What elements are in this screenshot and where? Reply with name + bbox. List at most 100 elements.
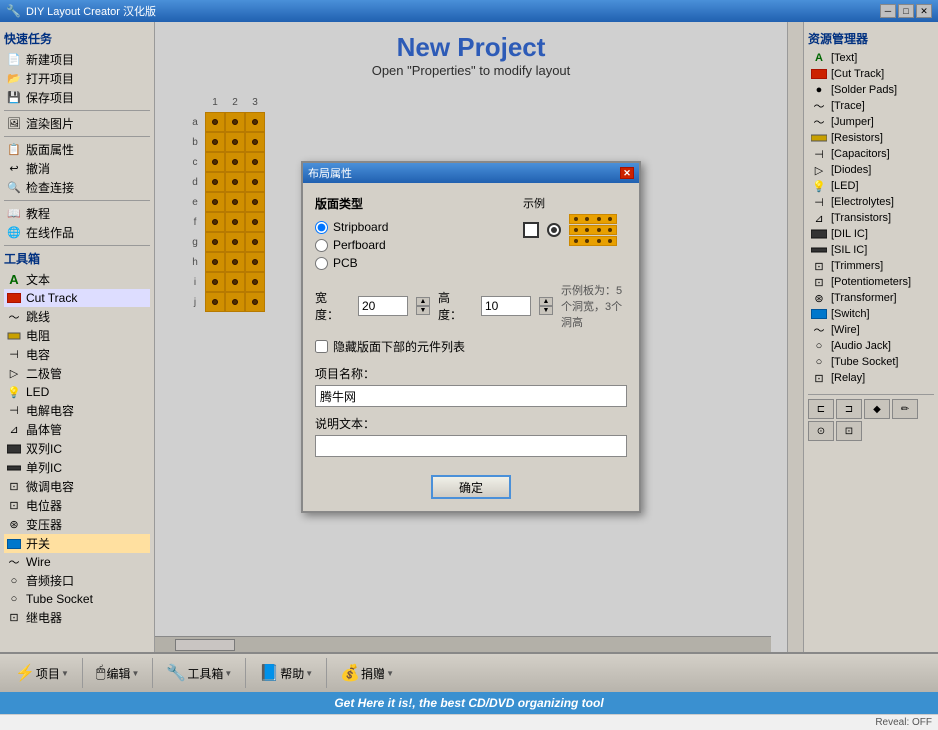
preview-hole-3 — [574, 239, 578, 243]
toolbar-help[interactable]: 📘 帮助 ▼ — [254, 660, 318, 687]
tool-diode[interactable]: ▷ 二极管 — [4, 364, 150, 383]
tool-transformer[interactable]: ⊛ 变压器 — [4, 515, 150, 534]
res-tube-socket[interactable]: ○ [Tube Socket] — [808, 354, 934, 370]
width-up-button[interactable]: ▲ — [416, 297, 430, 306]
res-solder-pads[interactable]: ● [Solder Pads] — [808, 82, 934, 98]
radio-stripboard-input[interactable] — [315, 221, 328, 234]
tool-led[interactable]: 💡 LED — [4, 383, 150, 401]
icon-btn-6[interactable]: ⊡ — [836, 421, 862, 441]
preview-area: 示例 — [523, 195, 617, 246]
res-trace[interactable]: 〜 [Trace] — [808, 98, 934, 114]
height-down-button[interactable]: ▼ — [539, 306, 553, 315]
res-dil-ic[interactable]: [DIL IC] — [808, 226, 934, 242]
radio-pcb-input[interactable] — [315, 257, 328, 270]
tool-dil-ic[interactable]: 双列IC — [4, 439, 150, 458]
close-button[interactable]: ✕ — [916, 4, 932, 18]
titlebar: 🔧 DIY Layout Creator 汉化版 ─ □ ✕ — [0, 0, 938, 22]
tool-tube-socket[interactable]: ○ Tube Socket — [4, 590, 150, 608]
height-input[interactable]: 10 — [481, 296, 531, 316]
toolbar-edit[interactable]: 🖱 编辑 ▼ — [91, 661, 145, 686]
resource-manager-title: 资源管理器 — [808, 30, 934, 47]
res-audio-jack[interactable]: ○ [Audio Jack] — [808, 338, 934, 354]
width-down-button[interactable]: ▼ — [416, 306, 430, 315]
toolbar-donate[interactable]: 💰 捐赠 ▼ — [335, 660, 399, 687]
tool-wire[interactable]: 〜 Wire — [4, 553, 150, 571]
tool-trimmer[interactable]: ⊡ 微调电容 — [4, 477, 150, 496]
reveal-bar: Reveal: OFF — [0, 714, 938, 730]
res-led[interactable]: 💡 [LED] — [808, 178, 934, 194]
preview-hole-3 — [597, 239, 601, 243]
toolbox-icon: 🔧 — [166, 663, 186, 683]
transformer-label: 变压器 — [26, 516, 62, 533]
sidebar-item-properties[interactable]: 📋 版面属性 — [4, 140, 150, 159]
tool-audio-jack[interactable]: ○ 音频接口 — [4, 571, 150, 590]
height-up-button[interactable]: ▲ — [539, 297, 553, 306]
sidebar-item-tutorial[interactable]: 📖 教程 — [4, 204, 150, 223]
res-wire[interactable]: 〜 [Wire] — [808, 322, 934, 338]
sidebar-item-save[interactable]: 💾 保存项目 — [4, 88, 150, 107]
icon-btn-5[interactable]: ⊙ — [808, 421, 834, 441]
description-input[interactable] — [315, 435, 627, 457]
res-cut-track[interactable]: [Cut Track] — [808, 66, 934, 82]
icon-btn-3[interactable]: ◆ — [864, 399, 890, 419]
transistor-label: 晶体管 — [26, 421, 62, 438]
res-potentiometers[interactable]: ⊡ [Potentiometers] — [808, 274, 934, 290]
width-input[interactable]: 20 — [358, 296, 408, 316]
icon-btn-1[interactable]: ⊏ — [808, 399, 834, 419]
ok-button[interactable]: 确定 — [431, 475, 511, 499]
res-relay[interactable]: ⊡ [Relay] — [808, 370, 934, 386]
bottom-icon-buttons: ⊏ ⊐ ◆ ✏ ⊙ ⊡ — [808, 394, 934, 441]
dialog-close-button[interactable]: ✕ — [620, 167, 634, 179]
res-electrolytes[interactable]: ⊣ [Electrolytes] — [808, 194, 934, 210]
res-cut-track-label: [Cut Track] — [831, 68, 884, 80]
sidebar-item-check[interactable]: 🔍 检查连接 — [4, 178, 150, 197]
app-title: DIY Layout Creator 汉化版 — [26, 3, 880, 19]
sidebar-item-new[interactable]: 📄 新建项目 — [4, 50, 150, 69]
wire-label: Wire — [26, 555, 51, 569]
project-name-input[interactable] — [315, 385, 627, 407]
res-trimmers[interactable]: ⊡ [Trimmers] — [808, 258, 934, 274]
sidebar-item-open[interactable]: 📂 打开项目 — [4, 69, 150, 88]
res-switch[interactable]: [Switch] — [808, 306, 934, 322]
radio-perfboard-input[interactable] — [315, 239, 328, 252]
tool-jumper[interactable]: 〜 跳线 — [4, 307, 150, 326]
tool-resistor[interactable]: 电阻 — [4, 326, 150, 345]
tool-relay[interactable]: ⊡ 继电器 — [4, 608, 150, 627]
tool-sil-ic[interactable]: 单列IC — [4, 458, 150, 477]
tutorial-icon: 📖 — [6, 206, 22, 222]
tool-potentiometer[interactable]: ⊡ 电位器 — [4, 496, 150, 515]
res-resistors[interactable]: [Resistors] — [808, 130, 934, 146]
res-audio-jack-icon: ○ — [810, 339, 828, 353]
res-jumper[interactable]: 〜 [Jumper] — [808, 114, 934, 130]
tool-cut-track[interactable]: Cut Track — [4, 289, 150, 307]
tool-capacitor[interactable]: ⊣ 电容 — [4, 345, 150, 364]
res-capacitors[interactable]: ⊣ [Capacitors] — [808, 146, 934, 162]
dialog-overlay: 布局属性 ✕ 版面类型 Stripboard Pe — [155, 22, 787, 652]
radio-pcb[interactable]: PCB — [315, 256, 627, 270]
jumper-icon: 〜 — [6, 309, 22, 325]
res-sil-ic[interactable]: [SIL IC] — [808, 242, 934, 258]
res-transformer[interactable]: ⊛ [Transformer] — [808, 290, 934, 306]
tool-electrolyte[interactable]: ⊣ 电解电容 — [4, 401, 150, 420]
maximize-button[interactable]: □ — [898, 4, 914, 18]
sidebar-item-undo[interactable]: ↩ 撤消 — [4, 159, 150, 178]
tool-switch[interactable]: 开关 — [4, 534, 150, 553]
tool-text[interactable]: A 文本 — [4, 270, 150, 289]
tool-transistor[interactable]: ⊿ 晶体管 — [4, 420, 150, 439]
vertical-scrollbar[interactable] — [787, 22, 803, 652]
hide-list-row: 隐藏版面下部的元件列表 — [315, 338, 627, 355]
res-text[interactable]: A [Text] — [808, 50, 934, 66]
minimize-button[interactable]: ─ — [880, 4, 896, 18]
res-solder-pads-label: [Solder Pads] — [831, 84, 897, 96]
icon-btn-2[interactable]: ⊐ — [836, 399, 862, 419]
hide-list-checkbox[interactable] — [315, 340, 328, 353]
check-icon: 🔍 — [6, 180, 22, 196]
res-diodes[interactable]: ▷ [Diodes] — [808, 162, 934, 178]
res-transistors[interactable]: ⊿ [Transistors] — [808, 210, 934, 226]
sidebar-item-render[interactable]: 🖼 渲染图片 — [4, 114, 150, 133]
sidebar-item-online[interactable]: 🌐 在线作品 — [4, 223, 150, 242]
res-wire-icon: 〜 — [810, 323, 828, 337]
icon-btn-4[interactable]: ✏ — [892, 399, 918, 419]
toolbar-toolbox[interactable]: 🔧 工具箱 ▼ — [161, 660, 237, 687]
toolbar-project[interactable]: ⚡ 项目 ▼ — [10, 660, 74, 687]
